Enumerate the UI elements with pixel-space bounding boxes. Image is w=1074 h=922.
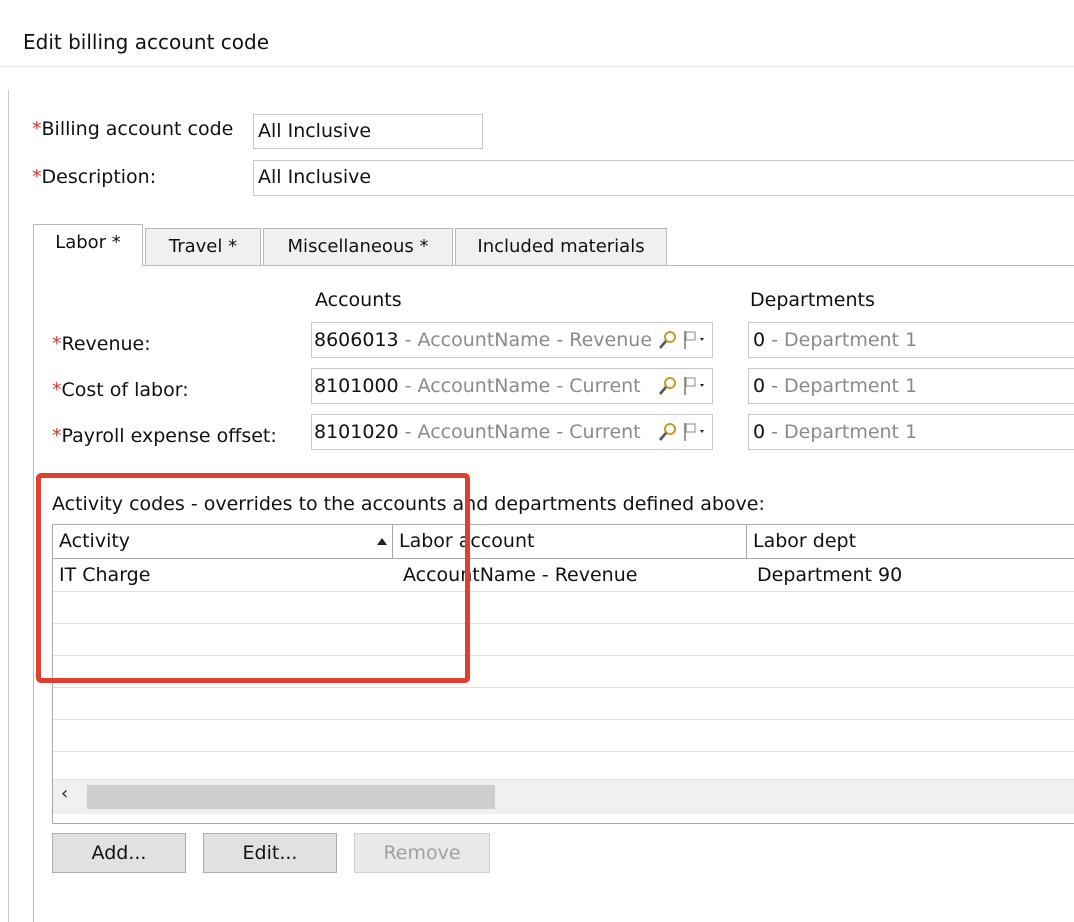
- required-mark: *: [52, 425, 62, 447]
- table-row-empty: [53, 591, 1074, 624]
- tab-labor[interactable]: Labor *: [33, 224, 143, 266]
- cell-labor-account: AccountName - Revenue: [403, 564, 638, 586]
- revenue-account-field[interactable]: 8606013 - AccountName - Revenue: [311, 322, 713, 358]
- payroll-expense-offset-department-field[interactable]: 0 - Department 1: [748, 414, 1074, 450]
- flag-dropdown-icon[interactable]: [682, 329, 708, 351]
- flag-dropdown-icon[interactable]: [682, 375, 708, 397]
- cell-activity: IT Charge: [59, 564, 151, 586]
- cost-of-labor-label: *Cost of labor:: [52, 379, 189, 401]
- accounts-header: Accounts: [315, 289, 402, 311]
- departments-header: Departments: [750, 289, 875, 311]
- sort-ascending-icon: [377, 538, 387, 545]
- description-label: *Description:: [32, 166, 157, 188]
- lookup-magnifier-icon[interactable]: [658, 375, 678, 397]
- horizontal-scrollbar[interactable]: ‹: [53, 779, 1074, 814]
- cost-of-labor-account-field[interactable]: 8101000 - AccountName - Current: [311, 368, 713, 404]
- required-mark: *: [32, 118, 42, 140]
- payroll-expense-offset-account-field[interactable]: 8101020 - AccountName - Current: [311, 414, 713, 450]
- column-header-activity[interactable]: Activity: [53, 525, 393, 558]
- tab-strip-line: [143, 265, 1074, 266]
- billing-code-label: *Billing account code: [32, 118, 234, 140]
- tab-included-materials[interactable]: Included materials: [455, 228, 667, 265]
- account-field-actions: [658, 323, 708, 357]
- account-field-actions: [658, 415, 708, 449]
- column-header-labor-dept[interactable]: Labor dept: [747, 525, 1074, 558]
- title-divider: [0, 66, 1074, 67]
- edit-button[interactable]: Edit...: [203, 833, 337, 873]
- activity-codes-caption: Activity codes - overrides to the accoun…: [52, 493, 765, 515]
- activity-codes-grid[interactable]: Activity Labor account Labor dept IT Cha…: [52, 524, 1074, 824]
- lookup-magnifier-icon[interactable]: [658, 329, 678, 351]
- cost-of-labor-department-field[interactable]: 0 - Department 1: [748, 368, 1074, 404]
- table-row-empty: [53, 623, 1074, 656]
- revenue-label: *Revenue:: [52, 333, 151, 355]
- scrollbar-thumb[interactable]: [87, 785, 495, 809]
- dialog-title: Edit billing account code: [23, 30, 270, 54]
- tab-panel-border: [33, 265, 34, 922]
- table-row[interactable]: IT Charge AccountName - Revenue Departme…: [53, 559, 1074, 592]
- flag-dropdown-icon[interactable]: [682, 421, 708, 443]
- table-row-empty: [53, 687, 1074, 720]
- tab-miscellaneous[interactable]: Miscellaneous *: [263, 228, 453, 265]
- required-mark: *: [52, 333, 62, 355]
- add-button[interactable]: Add...: [52, 833, 186, 873]
- required-mark: *: [32, 166, 42, 188]
- description-field[interactable]: All Inclusive: [253, 160, 1074, 196]
- cell-labor-dept: Department 90: [757, 564, 903, 586]
- remove-button[interactable]: Remove: [354, 833, 490, 873]
- tab-travel[interactable]: Travel *: [145, 228, 261, 265]
- dialog-frame: [8, 90, 9, 922]
- scroll-left-arrow-icon[interactable]: ‹: [61, 783, 68, 804]
- billing-code-field[interactable]: All Inclusive: [253, 114, 483, 149]
- table-row-empty: [53, 655, 1074, 688]
- account-field-actions: [658, 369, 708, 403]
- required-mark: *: [52, 379, 62, 401]
- grid-header: Activity Labor account Labor dept: [53, 525, 1074, 559]
- column-header-labor-account[interactable]: Labor account: [393, 525, 747, 558]
- payroll-expense-offset-label: *Payroll expense offset:: [52, 425, 277, 447]
- revenue-department-field[interactable]: 0 - Department 1: [748, 322, 1074, 358]
- lookup-magnifier-icon[interactable]: [658, 421, 678, 443]
- table-row-empty: [53, 719, 1074, 752]
